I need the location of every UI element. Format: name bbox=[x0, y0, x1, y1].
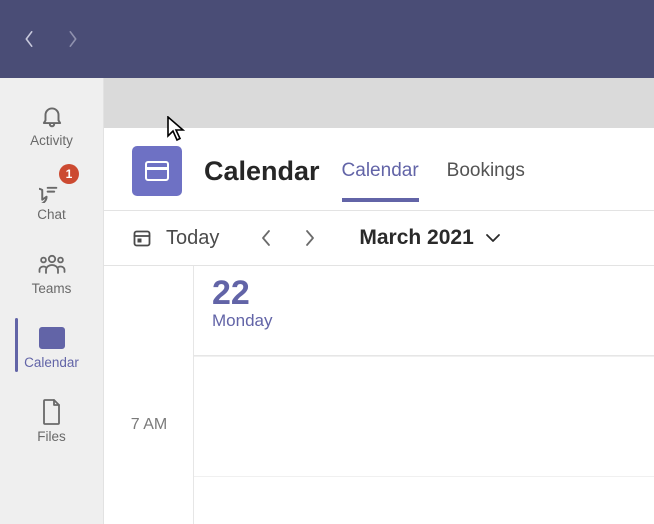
page-title: Calendar bbox=[204, 156, 320, 187]
title-bar bbox=[0, 0, 654, 78]
calendar-grid[interactable]: 22 Monday 7 AM bbox=[104, 266, 654, 524]
rail-label: Activity bbox=[30, 134, 73, 148]
rail-teams[interactable]: Teams bbox=[0, 236, 103, 310]
time-gutter bbox=[104, 266, 194, 524]
calendar-app-tile bbox=[132, 146, 182, 196]
back-button[interactable] bbox=[20, 30, 38, 48]
period-picker[interactable]: March 2021 bbox=[359, 226, 501, 250]
bell-icon bbox=[39, 102, 65, 130]
rail-activity[interactable]: Activity bbox=[0, 88, 103, 162]
hour-divider bbox=[194, 356, 654, 357]
period-label: March 2021 bbox=[359, 226, 473, 250]
rail-files[interactable]: Files bbox=[0, 384, 103, 458]
unread-badge: 1 bbox=[59, 164, 79, 184]
next-period-button[interactable] bbox=[295, 223, 325, 253]
tab-bookings[interactable]: Bookings bbox=[447, 154, 525, 188]
rail-label: Calendar bbox=[24, 356, 79, 370]
top-strip bbox=[104, 78, 654, 128]
day-number: 22 bbox=[212, 274, 636, 313]
teams-icon bbox=[37, 250, 67, 278]
calendar-icon bbox=[39, 324, 65, 352]
command-bar: Today March 2021 bbox=[104, 210, 654, 266]
day-name: Monday bbox=[212, 311, 636, 331]
hour-divider bbox=[194, 476, 654, 477]
forward-button[interactable] bbox=[64, 30, 82, 48]
file-icon bbox=[41, 398, 63, 426]
today-button[interactable]: Today bbox=[166, 227, 219, 250]
main-panel: Calendar Calendar Bookings Today March 2… bbox=[104, 78, 654, 524]
mouse-cursor-icon bbox=[166, 116, 188, 142]
calendar-tile-icon bbox=[145, 161, 169, 181]
rail-chat[interactable]: 1 Chat bbox=[0, 162, 103, 236]
chevron-down-icon bbox=[484, 232, 502, 244]
rail-label: Files bbox=[37, 430, 66, 444]
hour-label-7am: 7 AM bbox=[104, 416, 194, 434]
today-icon[interactable] bbox=[132, 228, 152, 248]
rail-calendar[interactable]: Calendar bbox=[0, 310, 103, 384]
app-rail: Activity 1 Chat Teams Calendar Fil bbox=[0, 78, 104, 524]
rail-label: Teams bbox=[32, 282, 72, 296]
day-header[interactable]: 22 Monday bbox=[194, 266, 654, 356]
rail-label: Chat bbox=[37, 208, 66, 222]
tab-calendar[interactable]: Calendar bbox=[342, 154, 419, 188]
prev-period-button[interactable] bbox=[251, 223, 281, 253]
